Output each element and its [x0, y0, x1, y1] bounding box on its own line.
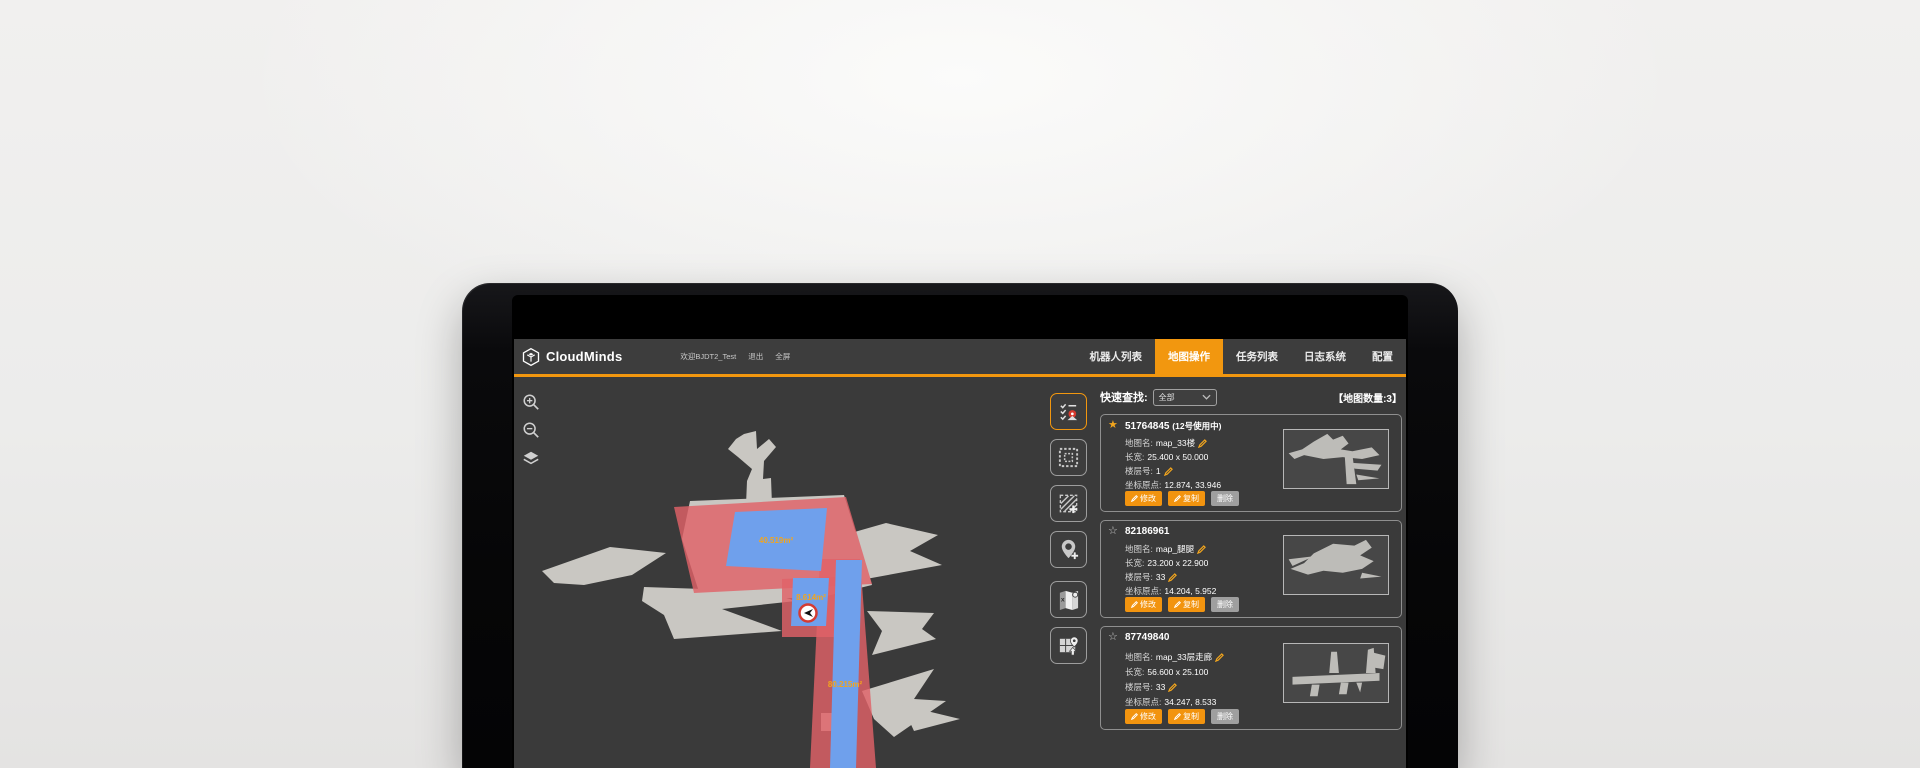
tab-map-operation[interactable]: 地图操作 [1155, 339, 1223, 374]
map-in-use-suffix: (12号使用中) [1172, 421, 1221, 431]
map-filter-value: 全部 [1159, 392, 1175, 403]
map-upload-tool-button[interactable] [1050, 627, 1087, 664]
map-thumbnail[interactable] [1283, 429, 1389, 489]
map-card-title: 87749840 [1125, 632, 1170, 643]
zoom-in-icon[interactable] [522, 393, 540, 411]
quick-search-label: 快速查找: [1100, 389, 1148, 405]
star-icon[interactable]: ☆ [1108, 630, 1118, 643]
field-row: 长宽: 56.600 x 25.100 [1125, 666, 1208, 678]
add-point-tool-button[interactable] [1050, 531, 1087, 568]
map-panel-header: 快速查找: 全部 【地图数量:3】 [1100, 386, 1402, 408]
layers-icon[interactable] [522, 449, 540, 467]
welcome-text: 欢迎BJDT2_Test [680, 351, 736, 362]
field-row: 坐标原点: 34.247, 8.533 [1125, 696, 1216, 708]
edit-pencil-icon[interactable] [1215, 653, 1224, 662]
edit-map-button[interactable]: 修改 [1125, 491, 1162, 506]
area-label-3: 80.215m² [828, 680, 863, 689]
map-upload-icon [1057, 634, 1080, 657]
pencil-icon [1174, 601, 1181, 608]
top-navbar: CloudMinds 欢迎BJDT2_Test 退出 全屏 机器人列表 地图操作… [514, 339, 1406, 377]
pencil-icon [1131, 495, 1138, 502]
delete-map-button[interactable]: 删除 [1211, 491, 1239, 506]
map-thumbnail[interactable] [1283, 643, 1389, 703]
map-marker-tool-button[interactable]: x [1050, 581, 1087, 618]
field-row: 长宽: 25.400 x 50.000 [1125, 451, 1208, 463]
edit-pencil-icon[interactable] [1168, 573, 1177, 582]
edit-pencil-icon[interactable] [1168, 683, 1177, 692]
field-row: 地图名: map_33楼 [1125, 437, 1207, 449]
card-actions: 修改 复制 删除 [1125, 491, 1239, 506]
chevron-down-icon [1202, 394, 1211, 400]
add-zone-tool-button[interactable] [1050, 485, 1087, 522]
delete-map-button[interactable]: 删除 [1211, 597, 1239, 612]
pencil-icon [1131, 601, 1138, 608]
field-row: 楼层号: 33 [1125, 681, 1177, 693]
map-thumbnail[interactable] [1283, 535, 1389, 595]
robot-marker[interactable] [800, 605, 817, 622]
area-label-1: 40.519m² [759, 536, 794, 545]
pencil-icon [1174, 495, 1181, 502]
map-filter-dropdown[interactable]: 全部 [1153, 389, 1217, 406]
laptop-screen: 40.519m² 8.614m² 80.215m² [512, 295, 1408, 768]
map-id: 82186961 [1125, 526, 1170, 537]
user-area: 欢迎BJDT2_Test 退出 全屏 [680, 351, 790, 362]
map-card: ☆ 82186961 地图名: map_腿腿 长宽: 23.200 x 22.9… [1100, 520, 1402, 618]
laptop-frame: 40.519m² 8.614m² 80.215m² [462, 283, 1458, 768]
field-row: 楼层号: 33 [1125, 571, 1177, 583]
edit-map-button[interactable]: 修改 [1125, 709, 1162, 724]
map-zoom-controls [522, 393, 540, 467]
pencil-icon [1131, 713, 1138, 720]
pin-plus-icon [1057, 538, 1080, 561]
field-row: 地图名: map_腿腿 [1125, 543, 1206, 555]
pencil-icon [1174, 713, 1181, 720]
field-row: 地图名: map_33层走廊 [1125, 651, 1224, 663]
edit-pencil-icon[interactable] [1197, 545, 1206, 554]
delete-map-button[interactable]: 删除 [1211, 709, 1239, 724]
map-count-label: 【地图数量:3】 [1333, 390, 1402, 405]
brand-name: CloudMinds [546, 349, 622, 364]
checklist-pin-icon [1057, 400, 1080, 423]
ruler-area-icon [1057, 446, 1080, 469]
zoom-out-icon[interactable] [522, 421, 540, 439]
copy-map-button[interactable]: 复制 [1168, 597, 1205, 612]
card-actions: 修改 复制 删除 [1125, 709, 1239, 724]
tab-config[interactable]: 配置 [1359, 339, 1406, 374]
map-card-title: 51764845 (12号使用中) [1125, 420, 1221, 432]
map-card: ★ 51764845 (12号使用中) 地图名: map_33楼 长宽: 25.… [1100, 414, 1402, 512]
field-row: 坐标原点: 12.874, 33.946 [1125, 479, 1221, 491]
area-label-2: 8.614m² [796, 593, 826, 602]
field-row: 坐标原点: 14.204, 5.952 [1125, 585, 1216, 597]
brand: CloudMinds [514, 347, 622, 367]
hatched-area-plus-icon [1057, 492, 1080, 515]
star-icon[interactable]: ☆ [1108, 524, 1118, 537]
logout-link[interactable]: 退出 [748, 351, 763, 362]
map-id: 51764845 [1125, 421, 1170, 432]
field-row: 长宽: 23.200 x 22.900 [1125, 557, 1208, 569]
map-card: ☆ 87749840 地图名: map_33层走廊 长宽: 56.600 x 2… [1100, 626, 1402, 730]
card-actions: 修改 复制 删除 [1125, 597, 1239, 612]
copy-map-button[interactable]: 复制 [1168, 709, 1205, 724]
edit-pencil-icon[interactable] [1198, 439, 1207, 448]
tab-task-list[interactable]: 任务列表 [1223, 339, 1291, 374]
fullscreen-link[interactable]: 全屏 [775, 351, 790, 362]
map-list-tool-button[interactable] [1050, 393, 1087, 430]
app-window: 40.519m² 8.614m² 80.215m² [514, 339, 1406, 768]
field-row: 楼层号: 1 [1125, 465, 1173, 477]
tab-log-system[interactable]: 日志系统 [1291, 339, 1359, 374]
measure-tool-button[interactable] [1050, 439, 1087, 476]
map-card-title: 82186961 [1125, 526, 1170, 537]
nav-tabs: 机器人列表 地图操作 任务列表 日志系统 配置 [1077, 339, 1407, 374]
svg-text:x: x [1061, 596, 1065, 603]
edit-map-button[interactable]: 修改 [1125, 597, 1162, 612]
map-id: 87749840 [1125, 632, 1170, 643]
copy-map-button[interactable]: 复制 [1168, 491, 1205, 506]
folded-map-pin-icon: x [1057, 588, 1080, 611]
cloudminds-logo-icon [521, 347, 541, 367]
edit-pencil-icon[interactable] [1164, 467, 1173, 476]
tab-robot-list[interactable]: 机器人列表 [1077, 339, 1156, 374]
star-icon[interactable]: ★ [1108, 418, 1118, 431]
